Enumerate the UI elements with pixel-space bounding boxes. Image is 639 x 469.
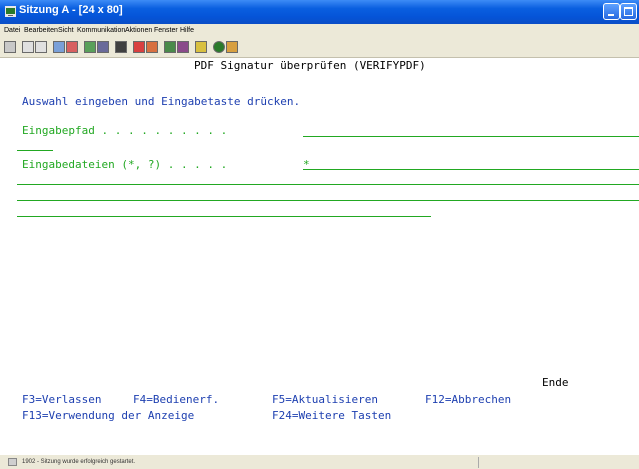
input-line-3[interactable]	[17, 216, 431, 217]
menu-hilfe[interactable]: Hilfe	[180, 27, 194, 34]
keyboard-icon[interactable]	[97, 41, 109, 53]
menu-datei[interactable]: Datei	[4, 27, 20, 34]
window-title: Sitzung A - [24 x 80]	[19, 4, 123, 16]
terminal-screen[interactable]: PDF Signatur überprüfen (VERIFYPDF) Ausw…	[0, 58, 639, 455]
input-path-underline[interactable]	[303, 136, 639, 137]
input-files-underline[interactable]	[303, 169, 639, 170]
screen-title: PDF Signatur überprüfen (VERIFYPDF)	[194, 59, 426, 72]
pen-icon[interactable]	[226, 41, 238, 53]
minimize-button[interactable]	[603, 3, 620, 20]
minimize-icon	[608, 14, 614, 16]
macro-icon[interactable]	[115, 41, 127, 53]
f5-key[interactable]: F5=Aktualisieren	[272, 394, 378, 406]
toolbar	[0, 38, 639, 58]
input-line-2[interactable]	[17, 200, 639, 201]
end-marker: Ende	[542, 376, 569, 389]
f24-key[interactable]: F24=Weitere Tasten	[272, 410, 391, 422]
menu-sicht[interactable]: Sicht	[58, 27, 74, 34]
paste-icon[interactable]	[35, 41, 47, 53]
status-icon	[8, 458, 17, 466]
f3-key[interactable]: F3=Verlassen	[22, 394, 101, 406]
input-path-label: Eingabepfad . . . . . . . . . .	[22, 124, 228, 137]
menu-kommunikation[interactable]: Kommunikation	[77, 27, 125, 34]
emulator-window: Sitzung A - [24 x 80] Datei Bearbeiten S…	[0, 0, 639, 469]
maximize-button[interactable]	[620, 3, 637, 20]
menu-bar: Datei Bearbeiten Sicht Kommunikation Akt…	[0, 24, 639, 37]
copy-icon[interactable]	[22, 41, 34, 53]
menu-bearbeiten[interactable]: Bearbeiten	[24, 27, 58, 34]
receive-icon[interactable]	[66, 41, 78, 53]
session-icon	[5, 6, 16, 17]
title-bar[interactable]: Sitzung A - [24 x 80]	[0, 0, 639, 24]
display-icon[interactable]	[84, 41, 96, 53]
f4-key[interactable]: F4=Bedienerf.	[133, 394, 219, 406]
globe-icon[interactable]	[213, 41, 225, 53]
menu-fenster[interactable]: Fenster	[154, 27, 178, 34]
maximize-icon	[624, 7, 633, 16]
instruction-text: Auswahl eingeben und Eingabetaste drücke…	[22, 95, 301, 108]
status-message: 1902 - Sitzung wurde erfolgreich gestart…	[22, 459, 136, 465]
f12-key[interactable]: F12=Abbrechen	[425, 394, 511, 406]
menu-aktionen[interactable]: Aktionen	[125, 27, 152, 34]
f13-key[interactable]: F13=Verwendung der Anzeige	[22, 410, 194, 422]
record-icon[interactable]	[133, 41, 145, 53]
send-icon[interactable]	[53, 41, 65, 53]
help-icon[interactable]	[195, 41, 207, 53]
input-files-label: Eingabedateien (*, ?) . . . . .	[22, 158, 228, 171]
status-bar: 1902 - Sitzung wurde erfolgreich gestart…	[0, 455, 639, 469]
status-divider	[478, 457, 479, 468]
settings-icon[interactable]	[177, 41, 189, 53]
color-icon[interactable]	[164, 41, 176, 53]
play-icon[interactable]	[146, 41, 158, 53]
field-underline-short	[17, 150, 53, 151]
input-line-1[interactable]	[17, 184, 639, 185]
print-icon[interactable]	[4, 41, 16, 53]
